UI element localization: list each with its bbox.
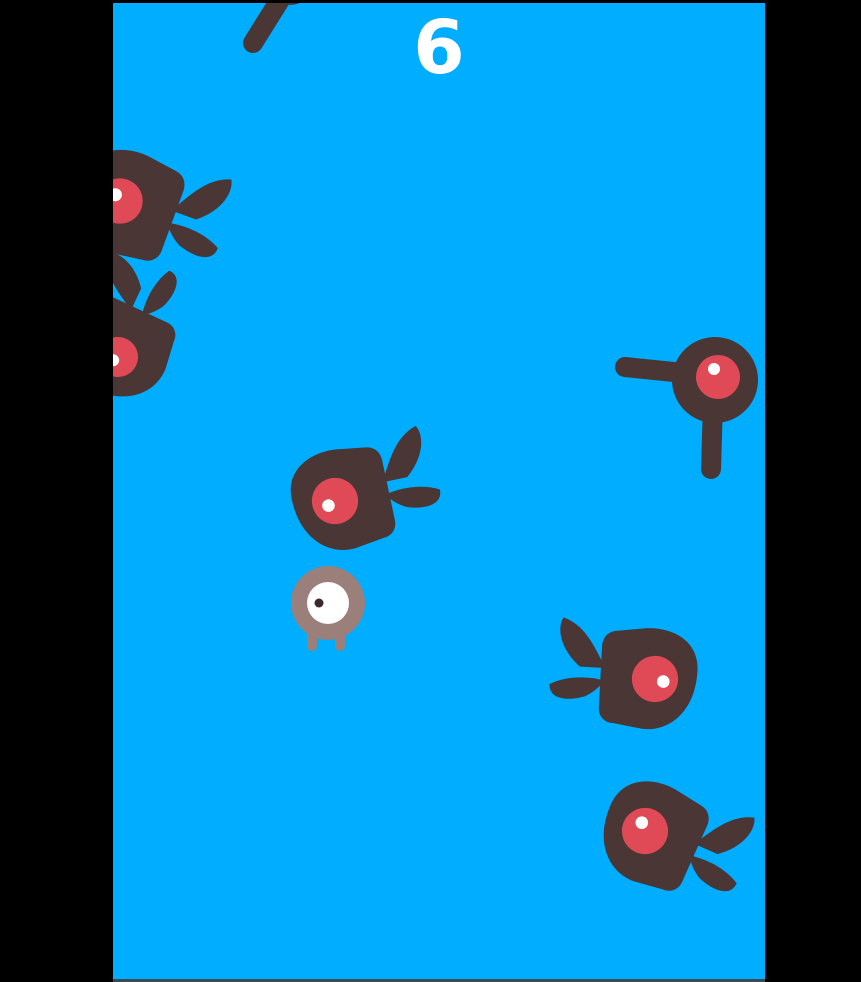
enemy-squid-4 bbox=[547, 616, 700, 732]
enemy-squid-5 bbox=[586, 762, 764, 920]
enemy-squid-2 bbox=[113, 243, 204, 414]
player-character[interactable] bbox=[291, 566, 365, 651]
game-scene bbox=[113, 3, 764, 920]
game-window: 6 bbox=[0, 0, 861, 982]
score-counter: 6 bbox=[413, 5, 465, 91]
enemy-squid-3 bbox=[282, 423, 449, 560]
enemy-lollipop-right bbox=[615, 337, 758, 479]
game-playfield[interactable]: 6 bbox=[113, 3, 765, 979]
enemy-squid-1 bbox=[113, 131, 242, 287]
